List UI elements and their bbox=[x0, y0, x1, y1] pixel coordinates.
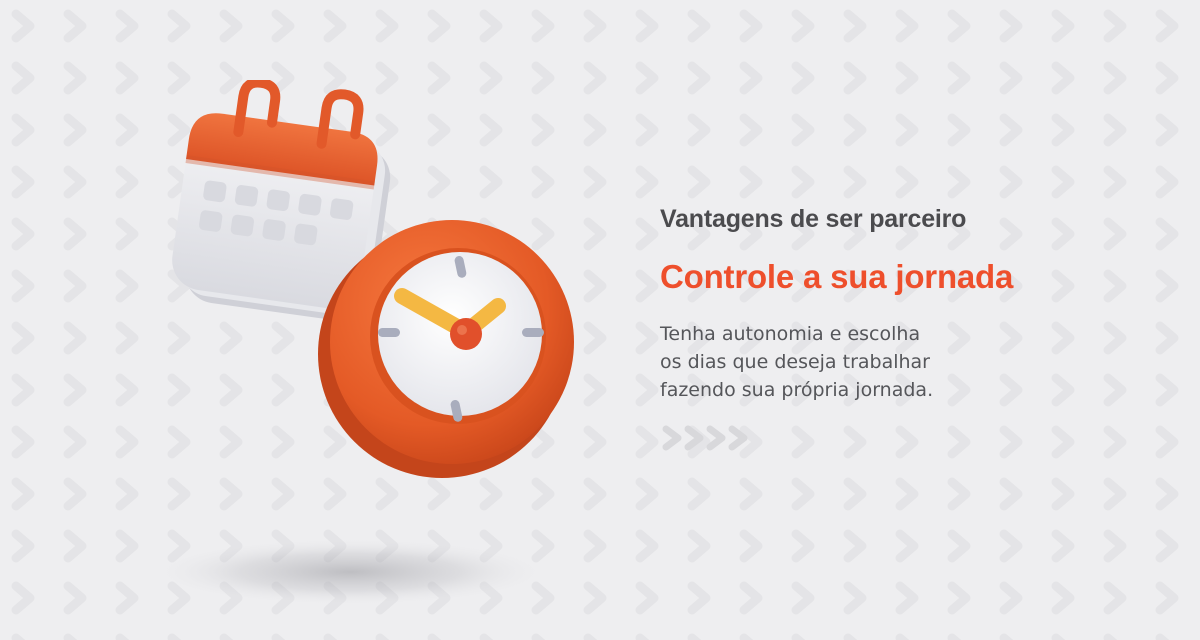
headline: Controle a sua jornada bbox=[660, 258, 1014, 295]
body-line: fazendo sua própria jornada. bbox=[660, 379, 934, 401]
body-paragraph: Tenha autonomia e escolha os dias que de… bbox=[660, 320, 1160, 404]
content-block: Vantagens de ser parceiro Controle a sua… bbox=[660, 196, 1160, 404]
body-line: Tenha autonomia e escolha bbox=[660, 323, 921, 345]
chevron-arrows-icon bbox=[662, 425, 748, 451]
calendar-clock-illustration bbox=[160, 80, 574, 606]
body-line: os dias que deseja trabalhar bbox=[660, 351, 930, 373]
eyebrow-heading: Vantagens de ser parceiro bbox=[660, 205, 967, 233]
floor-shadow bbox=[160, 538, 550, 606]
